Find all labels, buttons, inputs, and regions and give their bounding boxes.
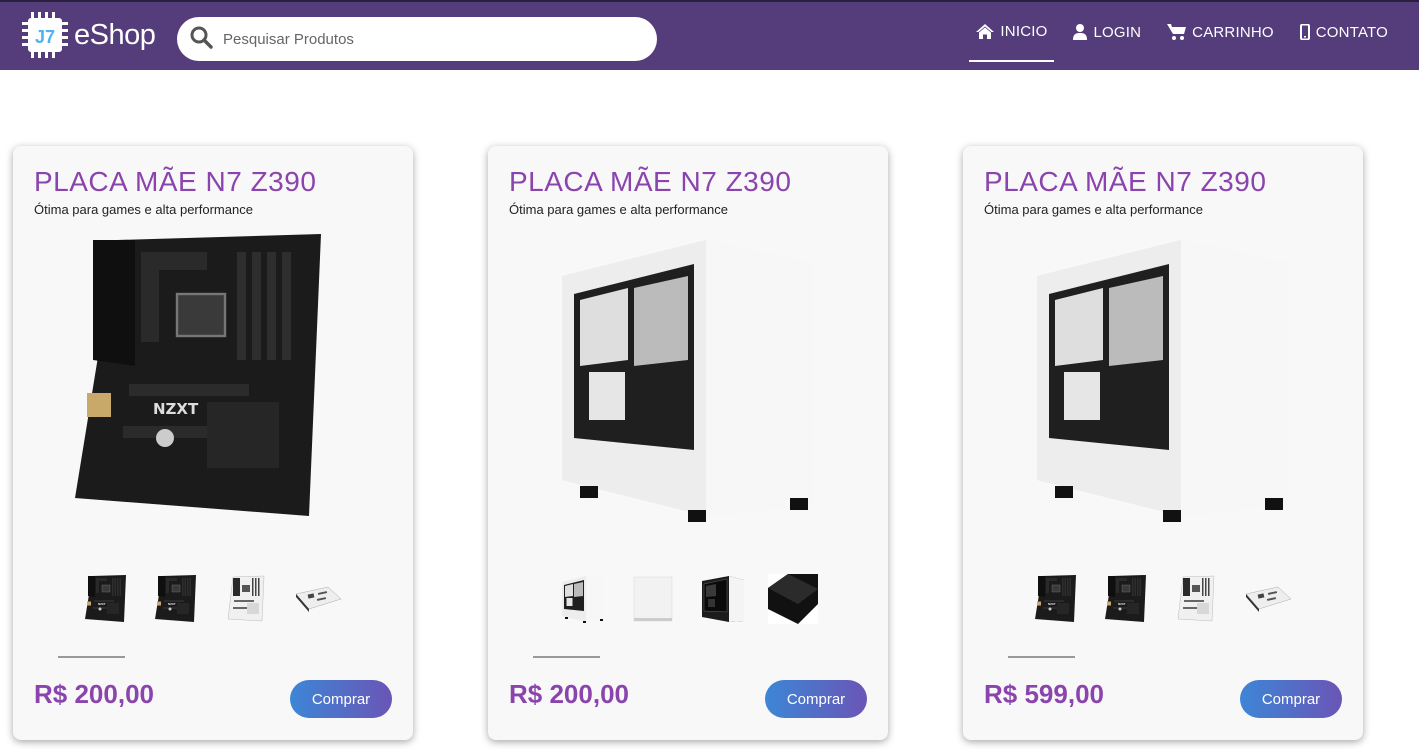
product-subtitle: Ótima para games e alta performance <box>34 202 253 217</box>
nav-item-contato[interactable]: CONTATO <box>1293 2 1395 62</box>
cart-icon <box>1167 24 1187 40</box>
nav-label-carrinho: CARRINHO <box>1192 23 1274 41</box>
divider <box>533 656 600 658</box>
search-icon[interactable] <box>189 25 213 54</box>
product-subtitle: Ótima para games e alta performance <box>984 202 1203 217</box>
brand-name: eShop <box>74 18 156 51</box>
buy-button[interactable]: Comprar <box>290 680 392 718</box>
product-image-pc-case <box>538 228 838 528</box>
thumbnail-motherboard-black[interactable] <box>83 574 133 624</box>
product-card: PLACA MÃE N7 Z390 Ótima para games e alt… <box>488 146 888 740</box>
product-price: R$ 599,00 <box>984 679 1104 709</box>
nav-label-contato: CONTATO <box>1315 23 1388 41</box>
chip-logo-icon: J7 <box>22 12 68 58</box>
navbar: J7 eShop INICIO LOGIN <box>0 0 1419 70</box>
home-icon <box>976 23 995 39</box>
buy-button[interactable]: Comprar <box>765 680 867 718</box>
product-title: PLACA MÃE N7 Z390 <box>509 166 792 197</box>
thumbnail-motherboard-white-angle[interactable] <box>1243 574 1293 624</box>
thumbnail-motherboard-white[interactable] <box>1173 574 1223 624</box>
product-card: PLACA MÃE N7 Z390 Ótima para games e alt… <box>963 146 1363 740</box>
nav-item-login[interactable]: LOGIN <box>1066 2 1148 62</box>
user-icon <box>1073 24 1088 40</box>
divider <box>58 656 125 658</box>
logo-letters: J7 <box>35 27 55 47</box>
logo[interactable]: J7 eShop <box>22 12 156 58</box>
product-subtitle: Ótima para games e alta performance <box>509 202 728 217</box>
thumbnail-pc-case-white[interactable] <box>558 574 608 624</box>
search-bar <box>177 17 657 61</box>
thumbnail-motherboard-black[interactable] <box>1103 574 1153 624</box>
product-price: R$ 200,00 <box>34 679 154 709</box>
thumbnail-pc-case-black-angle[interactable] <box>768 574 818 624</box>
divider <box>1008 656 1075 658</box>
nav-menu: INICIO LOGIN CARRINHO CONTATO <box>957 2 1395 72</box>
nav-item-carrinho[interactable]: CARRINHO <box>1160 2 1281 62</box>
thumbnail-list <box>83 574 363 624</box>
thumbnail-list <box>558 574 838 624</box>
thumbnail-pc-case-black[interactable] <box>698 574 748 624</box>
buy-button[interactable]: Comprar <box>1240 680 1342 718</box>
product-image-motherboard <box>63 228 363 528</box>
thumbnail-motherboard-white[interactable] <box>223 574 273 624</box>
mobile-icon <box>1299 24 1310 40</box>
product-price: R$ 200,00 <box>509 679 629 709</box>
thumbnail-list <box>1033 574 1313 624</box>
thumbnail-motherboard-black[interactable] <box>153 574 203 624</box>
product-card: PLACA MÃE N7 Z390 Ótima para games e alt… <box>13 146 413 740</box>
search-input[interactable] <box>223 30 623 48</box>
nav-item-inicio[interactable]: INICIO <box>969 2 1055 62</box>
product-title: PLACA MÃE N7 Z390 <box>984 166 1267 197</box>
thumbnail-motherboard-black[interactable] <box>1033 574 1083 624</box>
product-image-pc-case <box>1013 228 1313 528</box>
nav-label-login: LOGIN <box>1093 23 1142 41</box>
thumbnail-pc-case-white-side[interactable] <box>628 574 678 624</box>
product-title: PLACA MÃE N7 Z390 <box>34 166 317 197</box>
nav-label-inicio: INICIO <box>1000 22 1048 40</box>
thumbnail-motherboard-white-angle[interactable] <box>293 574 343 624</box>
